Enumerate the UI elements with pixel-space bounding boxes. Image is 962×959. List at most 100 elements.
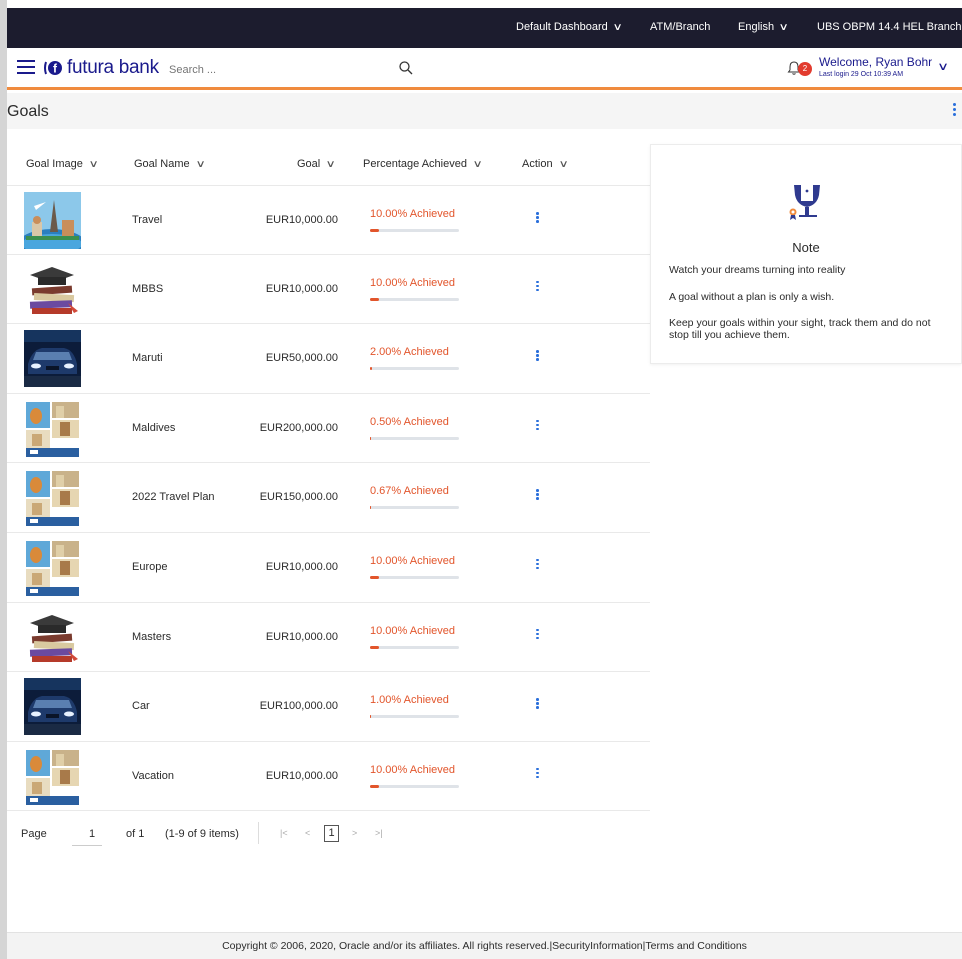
more-options-icon[interactable] bbox=[953, 103, 957, 117]
atm-branch-label: ATM/Branch bbox=[650, 21, 711, 33]
last-login-text: Last login 29 Oct 10:39 AM bbox=[819, 71, 904, 78]
atm-branch-link[interactable]: ATM/Branch bbox=[650, 21, 710, 33]
logo-icon: f bbox=[43, 58, 63, 78]
goal-amount: EUR10,000.00 bbox=[265, 214, 338, 226]
note-card: Note Watch your dreams turning into real… bbox=[650, 144, 962, 364]
page-number-input[interactable]: 1 bbox=[89, 828, 95, 840]
trophy-icon bbox=[785, 181, 829, 225]
page-count: of 1 bbox=[126, 828, 145, 840]
user-menu[interactable]: Welcome, Ryan Bohr Last login 29 Oct 10:… bbox=[819, 55, 939, 78]
table-row: MBBS EUR10,000.00 10.00% Achieved bbox=[7, 255, 650, 325]
previous-page-icon[interactable]: < bbox=[305, 828, 310, 838]
progress-fill bbox=[370, 784, 379, 788]
next-page-icon[interactable]: > bbox=[352, 828, 357, 838]
column-label: Goal Name bbox=[134, 158, 190, 170]
table-body: Travel EUR10,000.00 10.00% Achieved MBBS EUR… bbox=[7, 185, 650, 812]
percentage-achieved: 10.00% Achieved bbox=[370, 276, 456, 289]
column-label: Percentage Achieved bbox=[363, 158, 467, 170]
progress-bar bbox=[370, 575, 459, 579]
goals-table: Goal Image ∨ Goal Name ∨ Goal ∨ Percentage … bbox=[7, 143, 650, 812]
menu-icon[interactable] bbox=[17, 60, 35, 75]
progress-fill bbox=[370, 436, 371, 440]
chevron-down-icon: ∨ bbox=[195, 159, 206, 170]
chevron-down-icon: ∨ bbox=[778, 22, 789, 33]
goal-image bbox=[24, 399, 81, 457]
goal-amount: EUR10,000.00 bbox=[265, 630, 338, 643]
progress-fill bbox=[370, 367, 372, 371]
note-text: Keep your goals within your sight, track… bbox=[669, 317, 931, 341]
goal-name: MBBS bbox=[132, 282, 164, 295]
pager-divider bbox=[258, 822, 259, 844]
table-header: Goal Image ∨ Goal Name ∨ Goal ∨ Percentage … bbox=[7, 143, 650, 185]
goal-amount: EUR50,000.00 bbox=[265, 352, 338, 365]
language-label: English bbox=[738, 21, 775, 33]
brand-logo[interactable]: f futura bank bbox=[43, 56, 159, 80]
search-icon[interactable] bbox=[398, 60, 414, 76]
column-goal-image[interactable]: Goal Image ∨ bbox=[26, 158, 99, 170]
column-goal-name[interactable]: Goal Name ∨ bbox=[134, 158, 206, 170]
percentage-achieved: 10.00% Achieved bbox=[370, 554, 456, 567]
progress-bar bbox=[370, 229, 459, 232]
percentage-achieved: 10.00% Achieved bbox=[370, 763, 456, 776]
percentage-achieved: 0.50% Achieved bbox=[370, 415, 449, 428]
goal-amount: EUR10,000.00 bbox=[265, 282, 338, 295]
progress-fill bbox=[370, 506, 371, 510]
progress-fill bbox=[370, 715, 371, 719]
row-actions-icon[interactable] bbox=[536, 767, 540, 780]
item-count: (1-9 of 9 items) bbox=[165, 828, 239, 840]
goal-name: Maldives bbox=[132, 421, 176, 434]
row-actions-icon[interactable] bbox=[536, 489, 540, 501]
goal-amount: EUR200,000.00 bbox=[259, 421, 338, 434]
table-row: Vacation EUR10,000.00 10.00% Achieved bbox=[7, 742, 650, 812]
column-action[interactable]: Action ∨ bbox=[522, 158, 568, 170]
branch-selector[interactable]: UBS OBPM 14.4 HEL Branch∨ bbox=[817, 21, 962, 33]
table-row: Maruti EUR50,000.00 2.00% Achieved bbox=[7, 324, 650, 394]
goal-name: Maruti bbox=[132, 352, 163, 365]
percentage-achieved: 0.67% Achieved bbox=[370, 485, 449, 498]
progress-bar bbox=[370, 297, 459, 301]
column-percentage[interactable]: Percentage Achieved ∨ bbox=[363, 158, 483, 170]
goal-image bbox=[24, 608, 81, 666]
goal-name: Vacation bbox=[132, 769, 174, 782]
percentage-achieved: 2.00% Achieved bbox=[370, 346, 449, 359]
goal-name: 2022 Travel Plan bbox=[132, 491, 215, 504]
progress-fill bbox=[370, 645, 379, 649]
goal-image bbox=[24, 469, 81, 527]
row-actions-icon[interactable] bbox=[536, 698, 540, 710]
first-page-icon[interactable]: |< bbox=[280, 828, 288, 838]
top-bar: Default Dashboard ∨ ATM/Branch English ∨ U… bbox=[7, 8, 962, 48]
goal-name: Travel bbox=[132, 214, 163, 226]
progress-bar bbox=[370, 645, 459, 649]
app-header: f futura bank 2 Welcome, Ryan Bohr Last … bbox=[7, 48, 962, 90]
search-input[interactable] bbox=[169, 60, 389, 80]
current-page-button[interactable]: 1 bbox=[324, 825, 339, 842]
notifications-button[interactable]: 2 bbox=[787, 60, 813, 80]
goal-name: Car bbox=[132, 700, 150, 713]
page-label: Page bbox=[21, 828, 47, 840]
row-actions-icon[interactable] bbox=[536, 558, 540, 571]
progress-bar bbox=[370, 715, 459, 719]
row-actions-icon[interactable] bbox=[536, 419, 540, 432]
language-selector[interactable]: English ∨ bbox=[738, 21, 789, 33]
goal-image bbox=[24, 538, 81, 596]
table-row: Travel EUR10,000.00 10.00% Achieved bbox=[7, 185, 650, 255]
progress-bar bbox=[370, 784, 459, 788]
row-actions-icon[interactable] bbox=[536, 350, 540, 362]
last-page-icon[interactable]: >| bbox=[375, 828, 383, 838]
column-goal[interactable]: Goal ∨ bbox=[297, 158, 336, 170]
row-actions-icon[interactable] bbox=[536, 280, 540, 293]
row-actions-icon[interactable] bbox=[536, 628, 540, 641]
goal-amount: EUR10,000.00 bbox=[265, 560, 338, 573]
goal-image bbox=[24, 747, 81, 805]
goal-name: Europe bbox=[132, 560, 168, 573]
chevron-down-icon: ∨ bbox=[472, 159, 483, 170]
progress-bar bbox=[370, 367, 459, 371]
column-label: Action bbox=[522, 158, 553, 170]
progress-fill bbox=[370, 229, 379, 232]
percentage-achieved: 10.00% Achieved bbox=[370, 624, 456, 637]
row-actions-icon[interactable] bbox=[536, 212, 540, 224]
window-edge bbox=[0, 0, 7, 959]
dashboard-selector[interactable]: Default Dashboard ∨ bbox=[516, 21, 623, 33]
chevron-down-icon[interactable]: ∨ bbox=[937, 60, 949, 73]
goal-amount: EUR150,000.00 bbox=[259, 491, 338, 504]
